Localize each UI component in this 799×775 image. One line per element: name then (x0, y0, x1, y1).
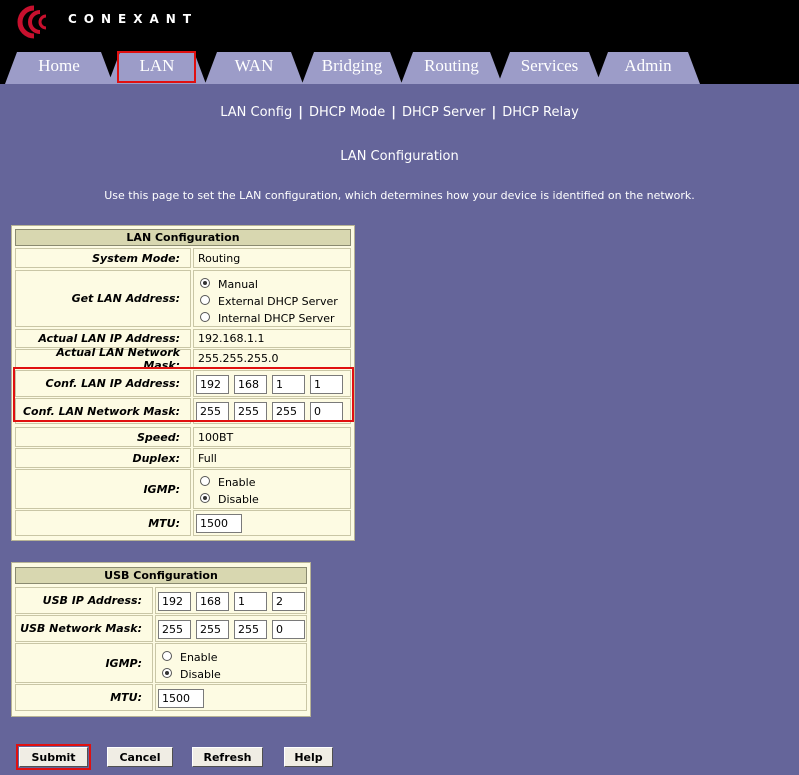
system-mode-row: System Mode: Routing (15, 248, 351, 268)
usb-mtu-row: MTU: (15, 684, 307, 711)
usb-config-panel: USB Configuration USB IP Address: USB Ne… (11, 562, 311, 717)
subnav-dhcp-relay[interactable]: DHCP Relay (502, 105, 579, 120)
usb-igmp-disable-radio[interactable] (162, 668, 172, 678)
lan-igmp-enable-label: Enable (218, 476, 256, 489)
usb-mask-octet-1[interactable] (158, 620, 191, 639)
subnav-separator: | (491, 105, 497, 120)
usb-ip-octet-1[interactable] (158, 592, 191, 611)
tab-routing-label: Routing (424, 56, 479, 75)
lan-igmp-disable-label: Disable (218, 493, 259, 506)
lan-mtu-field-cell (193, 510, 351, 536)
subnav-dhcp-server[interactable]: DHCP Server (402, 105, 485, 120)
cancel-button[interactable]: Cancel (107, 747, 173, 767)
conexant-logo-icon (17, 5, 47, 39)
tab-admin[interactable]: Admin (596, 52, 700, 84)
usb-mtu-input[interactable] (158, 689, 204, 708)
usb-mask-octet-4[interactable] (272, 620, 305, 639)
usb-igmp-enable-radio[interactable] (162, 651, 172, 661)
tab-bridging-label: Bridging (321, 56, 383, 75)
sub-navigation: LAN Config | DHCP Mode | DHCP Server | DHCP Re… (0, 105, 799, 120)
brand-name: CONEXANT (68, 12, 199, 26)
subnav-separator: | (391, 105, 396, 120)
usb-ip-octet-2[interactable] (196, 592, 229, 611)
tab-home-label: Home (38, 56, 80, 75)
actual-lan-mask-value: 255.255.255.0 (193, 349, 351, 368)
page-description: Use this page to set the LAN configurati… (104, 189, 695, 202)
actual-lan-ip-value: 192.168.1.1 (193, 329, 351, 348)
subnav-dhcp-mode[interactable]: DHCP Mode (309, 105, 385, 120)
radio-internal-dhcp-label: Internal DHCP Server (218, 312, 335, 325)
usb-igmp-options: Enable Disable (155, 643, 307, 683)
usb-mask-octet-2[interactable] (196, 620, 229, 639)
speed-label: Speed: (15, 427, 191, 447)
lan-igmp-row: IGMP: Enable Disable (15, 469, 351, 509)
top-banner: CONEXANT Home LAN WAN Bridging Routing S… (0, 0, 799, 84)
tab-routing[interactable]: Routing (401, 52, 502, 84)
speed-row: Speed: 100BT (15, 427, 351, 447)
speed-value: 100BT (193, 427, 351, 447)
usb-ip-row: USB IP Address: (15, 587, 307, 614)
system-mode-value: Routing (193, 248, 351, 268)
usb-mask-fields (155, 615, 307, 642)
radio-external-dhcp-label: External DHCP Server (218, 295, 338, 308)
usb-igmp-label: IGMP: (15, 643, 153, 683)
get-lan-address-row: Get LAN Address: Manual External DHCP Se… (15, 270, 351, 327)
system-mode-label: System Mode: (15, 248, 191, 268)
radio-manual-label: Manual (218, 278, 258, 291)
usb-ip-fields (155, 587, 307, 614)
tab-admin-label: Admin (624, 56, 672, 75)
duplex-value: Full (193, 448, 351, 468)
refresh-button[interactable]: Refresh (192, 747, 263, 767)
tab-services-label: Services (520, 56, 579, 75)
get-lan-address-label: Get LAN Address: (15, 270, 191, 327)
usb-mask-row: USB Network Mask: (15, 615, 307, 642)
get-lan-address-options: Manual External DHCP Server Internal DHC… (193, 270, 351, 327)
lan-igmp-label: IGMP: (15, 469, 191, 509)
usb-ip-label: USB IP Address: (15, 587, 153, 614)
tab-wan[interactable]: WAN (205, 52, 303, 84)
usb-mtu-field-cell (155, 684, 307, 711)
usb-ip-octet-3[interactable] (234, 592, 267, 611)
tab-bridging[interactable]: Bridging (302, 52, 402, 84)
radio-internal-dhcp[interactable] (200, 312, 210, 322)
page-title: LAN Configuration (340, 149, 459, 164)
usb-igmp-enable-label: Enable (180, 651, 218, 664)
lan-config-title: LAN Configuration (15, 229, 351, 246)
lan-mtu-row: MTU: (15, 510, 351, 536)
lan-igmp-options: Enable Disable (193, 469, 351, 509)
usb-mask-octet-3[interactable] (234, 620, 267, 639)
tab-home[interactable]: Home (5, 52, 113, 84)
usb-igmp-row: IGMP: Enable Disable (15, 643, 307, 683)
conf-lan-highlight (13, 367, 354, 422)
lan-mtu-input[interactable] (196, 514, 242, 533)
actual-lan-mask-row: Actual LAN Network Mask: 255.255.255.0 (15, 346, 351, 372)
radio-manual[interactable] (200, 278, 210, 288)
usb-igmp-disable-label: Disable (180, 668, 221, 681)
usb-config-title: USB Configuration (15, 567, 307, 584)
usb-mask-label: USB Network Mask: (15, 615, 153, 642)
tab-services[interactable]: Services (498, 52, 601, 84)
usb-mtu-label: MTU: (15, 684, 153, 711)
subnav-lan-config[interactable]: LAN Config (220, 105, 292, 120)
help-button[interactable]: Help (284, 747, 333, 767)
lan-igmp-enable-radio[interactable] (200, 476, 210, 486)
submit-highlight (16, 744, 91, 770)
duplex-row: Duplex: Full (15, 448, 351, 468)
lan-igmp-disable-radio[interactable] (200, 493, 210, 503)
lan-tab-highlight (117, 51, 196, 83)
usb-ip-octet-4[interactable] (272, 592, 305, 611)
duplex-label: Duplex: (15, 448, 191, 468)
radio-external-dhcp[interactable] (200, 295, 210, 305)
actual-lan-mask-label: Actual LAN Network Mask: (15, 346, 191, 372)
lan-mtu-label: MTU: (15, 510, 191, 536)
tab-wan-label: WAN (234, 56, 274, 75)
subnav-separator: | (298, 105, 303, 120)
